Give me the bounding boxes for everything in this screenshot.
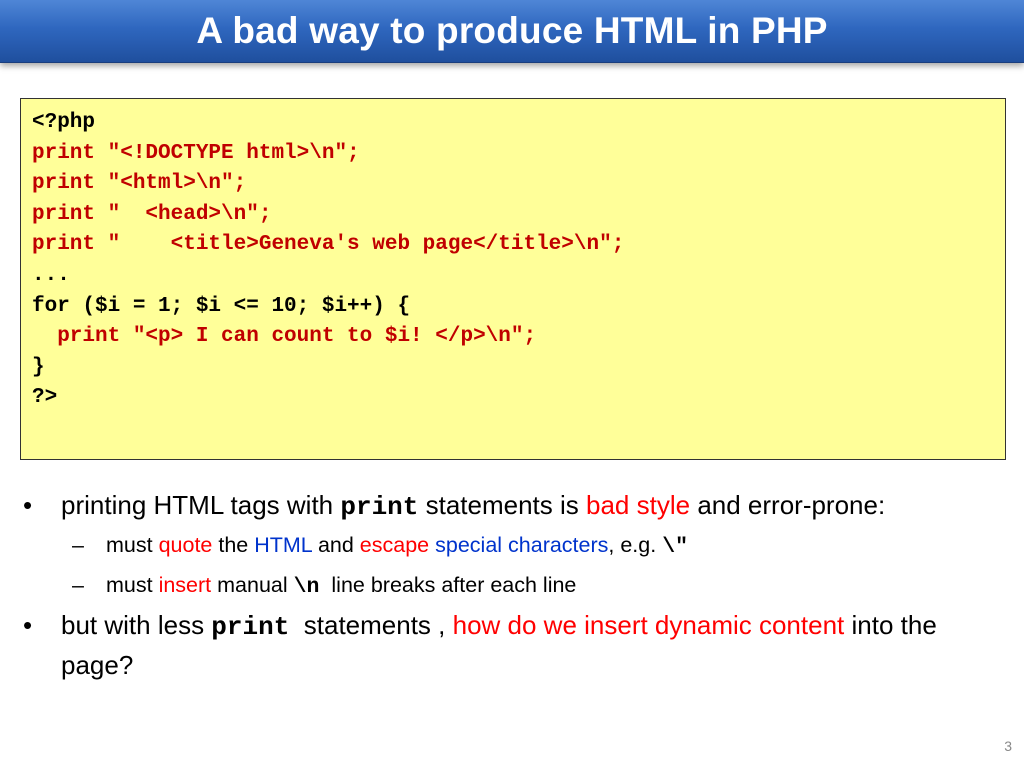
sub-bullet-insert-newline: – must insert manual \n line breaks after… xyxy=(72,566,986,606)
highlight-dynamic-content: how do we insert dynamic content xyxy=(452,610,845,640)
sub-bullet-text: must xyxy=(106,533,159,557)
inline-code-print: print xyxy=(211,612,290,642)
code-line-php-open: <?php xyxy=(32,111,96,134)
highlight-html: HTML xyxy=(254,533,312,557)
inline-code-print: print xyxy=(340,492,419,522)
code-line-for: for ($i = 1; $i <= 10; $i++) { xyxy=(32,294,411,318)
code-line-html: print "<html>\n"; xyxy=(32,172,247,196)
bullet-text: printing HTML tags with xyxy=(61,490,341,520)
sub-bullet-text: must xyxy=(106,573,159,597)
bullet-text: statements is xyxy=(418,490,587,520)
page-number: 3 xyxy=(1004,738,1012,754)
slide: A bad way to produce HTML in PHP <?php p… xyxy=(0,0,1024,768)
code-listing: <?php print "<!DOCTYPE html>\n"; print "… xyxy=(32,108,624,414)
sub-bullet-quote-escape: – must quote the HTML and escape special … xyxy=(72,526,986,566)
dash-icon: – xyxy=(72,573,84,597)
code-line-print-p: print "<p> I can count to $i! </p>\n"; xyxy=(32,325,537,349)
code-line-php-close: ?> xyxy=(32,386,58,410)
inline-code-newline: \n xyxy=(293,575,320,599)
sub-bullet-text: and xyxy=(311,533,360,557)
highlight-special-characters: special characters xyxy=(435,533,609,557)
sub-bullet-text: , e.g. xyxy=(608,533,663,557)
highlight-escape: escape xyxy=(359,533,430,557)
bullet-text: statements , xyxy=(289,610,453,640)
sub-bullet-text: the xyxy=(212,533,255,557)
sub-bullet-text: manual xyxy=(211,573,294,597)
code-line-ellipsis: ... xyxy=(32,263,70,287)
highlight-quote: quote xyxy=(158,533,213,557)
bullet-icon: • xyxy=(23,610,33,640)
code-line-title: print " <title>Geneva's web page</title>… xyxy=(32,233,625,257)
inline-code-escaped-quote: \" xyxy=(662,535,689,559)
dash-icon: – xyxy=(72,533,84,557)
bullet-list: • printing HTML tags with print statement… xyxy=(0,486,1024,684)
code-box: <?php print "<!DOCTYPE html>\n"; print "… xyxy=(20,98,1006,460)
bullet-item-dynamic-content: • but with less print statements , how do… xyxy=(23,606,991,684)
code-line-head: print " <head>\n"; xyxy=(32,202,272,226)
highlight-insert: insert xyxy=(158,573,212,597)
slide-title: A bad way to produce HTML in PHP xyxy=(196,10,828,51)
code-line-close-brace: } xyxy=(32,355,45,379)
bullet-text: but with less xyxy=(61,610,212,640)
sub-bullet-text: line breaks after each line xyxy=(319,573,577,597)
bullet-text: and error-prone: xyxy=(690,490,886,520)
highlight-bad-style: bad style xyxy=(586,490,691,520)
code-line-doctype: print "<!DOCTYPE html>\n"; xyxy=(32,141,360,165)
bullet-item-printing-tags: • printing HTML tags with print statement… xyxy=(23,486,991,526)
bullet-icon: • xyxy=(23,490,33,520)
